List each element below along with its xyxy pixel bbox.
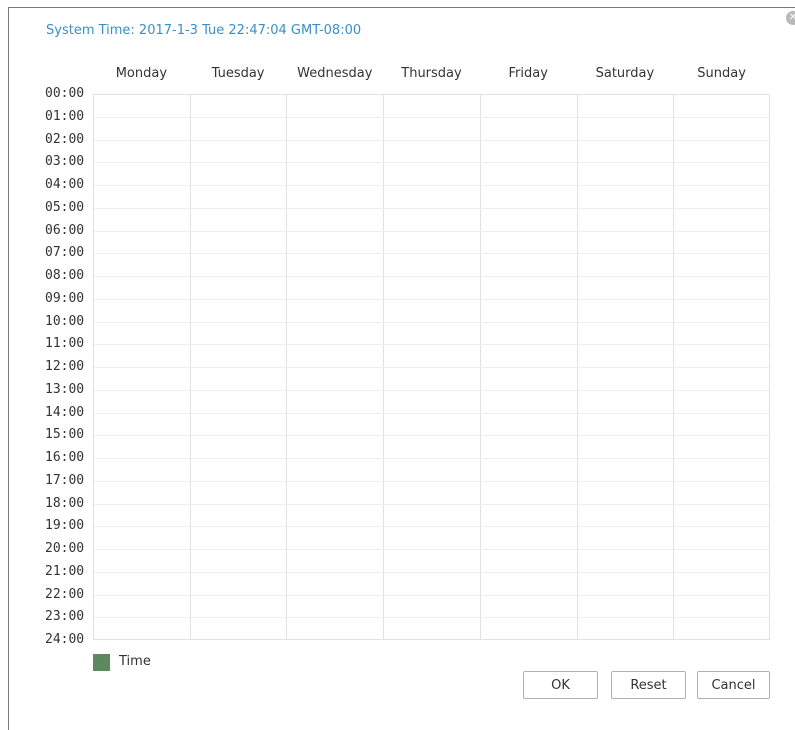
hour-label: 00:00 [45, 86, 85, 101]
grid-row-divider [94, 458, 769, 459]
hour-label: 06:00 [45, 222, 85, 238]
grid-row-divider [94, 549, 769, 550]
day-header-saturday: Saturday [595, 66, 655, 81]
grid-row-divider [94, 389, 769, 391]
grid-row-divider [94, 276, 769, 277]
hour-label: 14:00 [45, 404, 85, 420]
hour-label: 16:00 [45, 450, 85, 465]
grid-row-divider [94, 617, 769, 619]
grid-row-divider [94, 139, 769, 141]
hour-label: 01:00 [45, 108, 85, 124]
hour-label: 21:00 [45, 563, 85, 579]
legend-label: Time [119, 654, 151, 669]
hour-label: 10:00 [45, 313, 85, 329]
grid-row-divider [94, 185, 769, 186]
hour-label: 03:00 [45, 154, 85, 170]
grid-row-divider [94, 571, 769, 573]
hour-label: 12:00 [45, 359, 85, 374]
grid-row-divider [94, 412, 769, 414]
grid-row-divider [94, 207, 769, 209]
ok-button[interactable]: OK [523, 671, 598, 699]
day-header-wednesday: Wednesday [297, 66, 373, 81]
grid-row-divider [94, 162, 769, 164]
hour-label: 17:00 [45, 472, 85, 488]
close-icon[interactable]: ✕ [786, 11, 795, 25]
grid-row-divider [94, 480, 769, 482]
day-header-monday: Monday [115, 66, 168, 81]
day-header-sunday: Sunday [697, 66, 746, 81]
cancel-button[interactable]: Cancel [697, 671, 770, 699]
grid-row-divider [94, 435, 769, 437]
reset-button[interactable]: Reset [611, 671, 686, 699]
hour-label: 18:00 [45, 495, 85, 511]
hour-label: 24:00 [45, 632, 85, 647]
hour-label: 04:00 [45, 177, 85, 192]
grid-row-divider [94, 298, 769, 300]
grid-row-divider [94, 116, 769, 118]
grid-row-divider [94, 253, 769, 255]
legend-swatch [93, 654, 110, 671]
hour-label: 08:00 [45, 268, 85, 283]
day-header-friday: Friday [508, 66, 548, 81]
grid-row-divider [94, 344, 769, 346]
hour-label: 05:00 [45, 199, 85, 215]
system-time-label: System Time: 2017-1-3 Tue 22:47:04 GMT-0… [46, 23, 362, 38]
grid-row-divider [94, 230, 769, 232]
grid-row-divider [94, 367, 769, 368]
hour-label: 09:00 [45, 290, 85, 306]
hour-label: 02:00 [45, 131, 85, 147]
hour-label: 22:00 [45, 586, 85, 602]
grid-row-divider [94, 503, 769, 505]
grid-row-divider [94, 526, 769, 528]
hour-label: 15:00 [45, 427, 85, 443]
day-header-thursday: Thursday [401, 66, 462, 81]
hour-label: 23:00 [45, 609, 85, 625]
hour-label: 13:00 [45, 381, 85, 397]
hour-label: 19:00 [45, 518, 85, 534]
day-header-tuesday: Tuesday [211, 66, 265, 81]
grid-row-divider [94, 594, 769, 596]
hour-label: 07:00 [45, 245, 85, 261]
hour-label: 20:00 [45, 541, 85, 556]
schedule-grid[interactable] [93, 94, 770, 640]
grid-row-divider [94, 321, 769, 323]
hour-label: 11:00 [45, 336, 85, 352]
